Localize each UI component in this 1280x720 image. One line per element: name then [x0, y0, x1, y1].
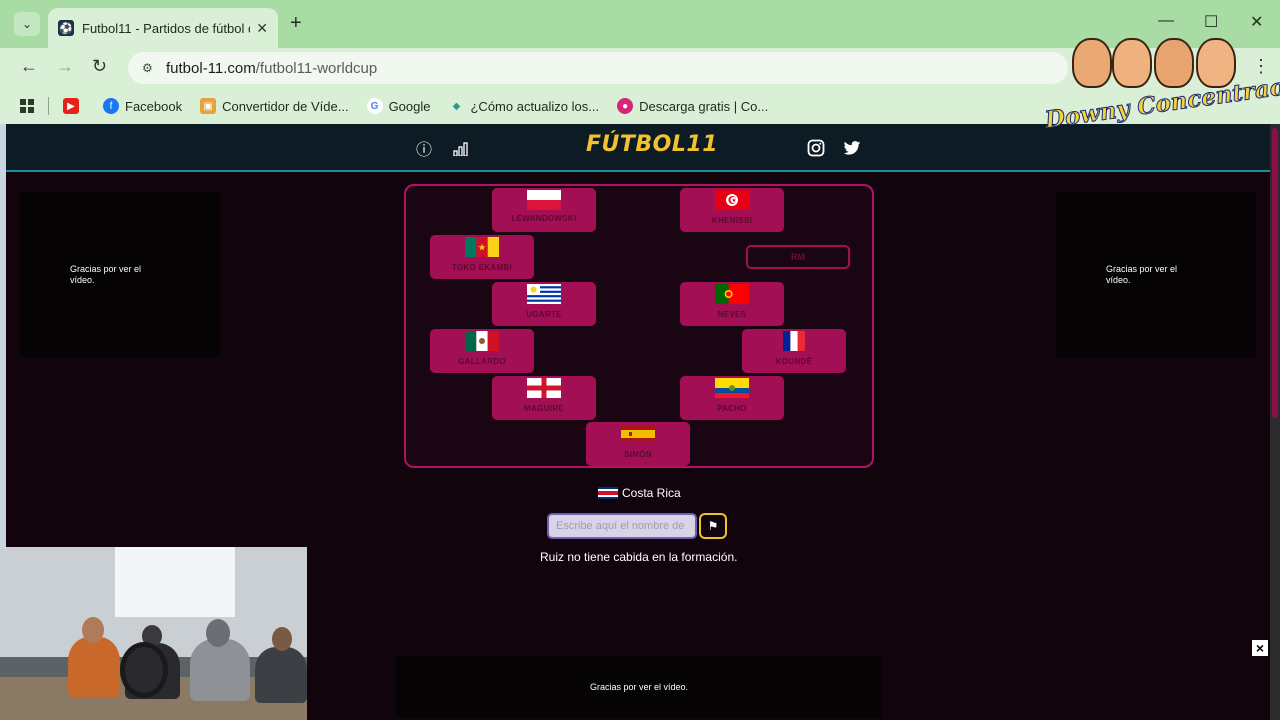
chevron-down-icon: ⌄	[21, 17, 33, 31]
diamond-icon: ◆	[452, 100, 461, 112]
ad-right[interactable]: Gracias por ver el vídeo.	[1056, 192, 1256, 358]
bottom-ad-text: Gracias por ver el vídeo.	[589, 682, 689, 692]
ad-left[interactable]: Gracias por ver el vídeo.	[20, 192, 220, 358]
back-arrow-icon[interactable]: ←	[20, 56, 38, 77]
player-search-input[interactable]: Escribe aquí el nombre de	[547, 513, 697, 539]
player-name: GALLARDO	[458, 357, 506, 366]
ecuador-flag-icon	[715, 378, 749, 398]
status-message: Ruiz no tiene cabida en la formación.	[540, 550, 738, 564]
player-name: LEWANDOWSKI	[511, 214, 577, 223]
person-1-head	[82, 617, 104, 643]
scrollbar-thumb[interactable]	[1272, 128, 1278, 418]
close-window-icon[interactable]: ✕	[1250, 12, 1263, 32]
bookmark-update[interactable]: ◆ ¿Cómo actualizo los...	[448, 98, 599, 114]
close-ad-icon[interactable]: ×	[1252, 640, 1268, 656]
person-4	[255, 647, 307, 703]
futbol11-favicon-icon: ⚽	[58, 20, 74, 36]
bookmark-facebook[interactable]: f Facebook	[103, 98, 182, 114]
england-flag-icon	[527, 378, 561, 398]
new-tab-button[interactable]: +	[290, 12, 302, 35]
maximize-icon[interactable]: ☐	[1204, 12, 1218, 32]
team-label: Costa Rica	[598, 486, 681, 500]
player-card-gallardo[interactable]: GALLARDO	[430, 329, 534, 373]
person-3-head	[206, 619, 230, 647]
instagram-icon[interactable]	[806, 138, 826, 158]
ad-left-text: Gracias por ver el vídeo.	[70, 264, 142, 285]
player-card-pacho[interactable]: PACHO	[680, 376, 784, 420]
face-2	[1112, 38, 1152, 88]
cameroon-flag-icon	[465, 237, 499, 257]
face-1	[1072, 38, 1112, 88]
give-up-flag-button[interactable]: ⚑	[699, 513, 727, 539]
close-tab-icon[interactable]: ✕	[256, 20, 268, 37]
youtube-icon: ▶	[63, 98, 79, 114]
bookmarks-separator	[48, 97, 49, 115]
stats-icon[interactable]	[452, 138, 472, 158]
bookmark-video-converter[interactable]: ▣ Convertidor de Víde...	[200, 98, 349, 114]
bottom-ad[interactable]: Gracias por ver el vídeo.	[396, 656, 882, 718]
tab-futbol11[interactable]: ⚽ Futbol11 - Partidos de fútbol di ✕	[48, 8, 278, 48]
tab-search-button[interactable]: ⌄	[14, 12, 40, 36]
player-card-kounde[interactable]: KOUNDÉ	[742, 329, 846, 373]
poland-flag-icon	[527, 190, 561, 210]
player-card-khenissi[interactable]: KHENISSI	[680, 188, 784, 232]
google-icon: G	[366, 98, 383, 114]
apps-grid-icon[interactable]	[20, 99, 34, 113]
person-3	[190, 639, 250, 701]
facebook-icon: f	[103, 98, 119, 114]
player-name: UGARTE	[526, 310, 562, 319]
formation-field: LEWANDOWSKI KHENISSI TOKO EKAMBI RM UGAR…	[404, 184, 874, 468]
forward-arrow-icon[interactable]: →	[56, 56, 74, 77]
player-card-lewandowski[interactable]: LEWANDOWSKI	[492, 188, 596, 232]
person-1	[68, 637, 120, 697]
webcam-overlay	[0, 547, 307, 720]
player-name: PACHO	[717, 404, 747, 413]
ad-right-text: Gracias por ver el vídeo.	[1106, 264, 1178, 285]
team-name: Costa Rica	[622, 486, 681, 500]
tab-title: Futbol11 - Partidos de fútbol di	[82, 20, 250, 36]
player-name: NEVES	[717, 310, 747, 319]
player-name: KOUNDÉ	[775, 357, 813, 366]
costa-rica-flag-icon	[598, 487, 618, 499]
bookmark-youtube[interactable]: ▶	[63, 98, 85, 114]
reload-icon[interactable]: ↻	[92, 56, 107, 77]
steering-wheel	[120, 642, 168, 698]
channel-watermark: Downy Concentrao	[1043, 34, 1280, 134]
browser-window: ⌄ ⚽ Futbol11 - Partidos de fútbol di ✕ +…	[0, 0, 1280, 720]
converter-icon: ▣	[200, 98, 217, 114]
bookmark-download[interactable]: ● Descarga gratis | Co...	[617, 98, 768, 114]
empty-slot-label: RM	[791, 252, 805, 262]
url-text: futbol-11.com/futbol11-worldcup	[166, 59, 378, 77]
person-4-head	[272, 627, 292, 651]
search-placeholder: Escribe aquí el nombre de	[556, 520, 685, 532]
player-name: SIMÓN	[624, 450, 652, 459]
spain-flag-icon	[621, 426, 655, 442]
minimize-icon[interactable]: —	[1158, 12, 1174, 30]
france-flag-icon	[783, 331, 805, 351]
tunisia-flag-icon	[715, 190, 749, 210]
empty-slot-rm[interactable]: RM	[746, 245, 850, 269]
flag-icon: ⚑	[707, 519, 719, 533]
webcam-window	[115, 547, 235, 617]
player-name: TOKO EKAMBI	[451, 263, 513, 272]
player-name: MAGUIRE	[524, 404, 564, 413]
twitter-icon[interactable]	[842, 138, 862, 158]
info-icon[interactable]: ⓘ	[414, 138, 434, 159]
site-logo[interactable]: FÚTBOL11	[586, 132, 718, 157]
player-card-maguire[interactable]: MAGUIRE	[492, 376, 596, 420]
player-card-simon[interactable]: SIMÓN	[586, 422, 690, 466]
site-settings-icon[interactable]: ⚙	[142, 61, 158, 75]
face-3	[1154, 38, 1194, 88]
drop-icon: ●	[617, 98, 634, 114]
uruguay-flag-icon	[527, 284, 561, 304]
player-card-ugarte[interactable]: UGARTE	[492, 282, 596, 326]
player-card-neves[interactable]: NEVES	[680, 282, 784, 326]
bookmark-google[interactable]: G Google	[366, 98, 430, 114]
site-header: ⓘ FÚTBOL11	[6, 124, 1270, 172]
portugal-flag-icon	[715, 284, 749, 304]
player-card-toko-ekambi[interactable]: TOKO EKAMBI	[430, 235, 534, 279]
player-name: KHENISSI	[711, 216, 753, 225]
address-bar[interactable]: ⚙ futbol-11.com/futbol11-worldcup	[128, 52, 1068, 84]
mexico-flag-icon	[465, 331, 499, 351]
